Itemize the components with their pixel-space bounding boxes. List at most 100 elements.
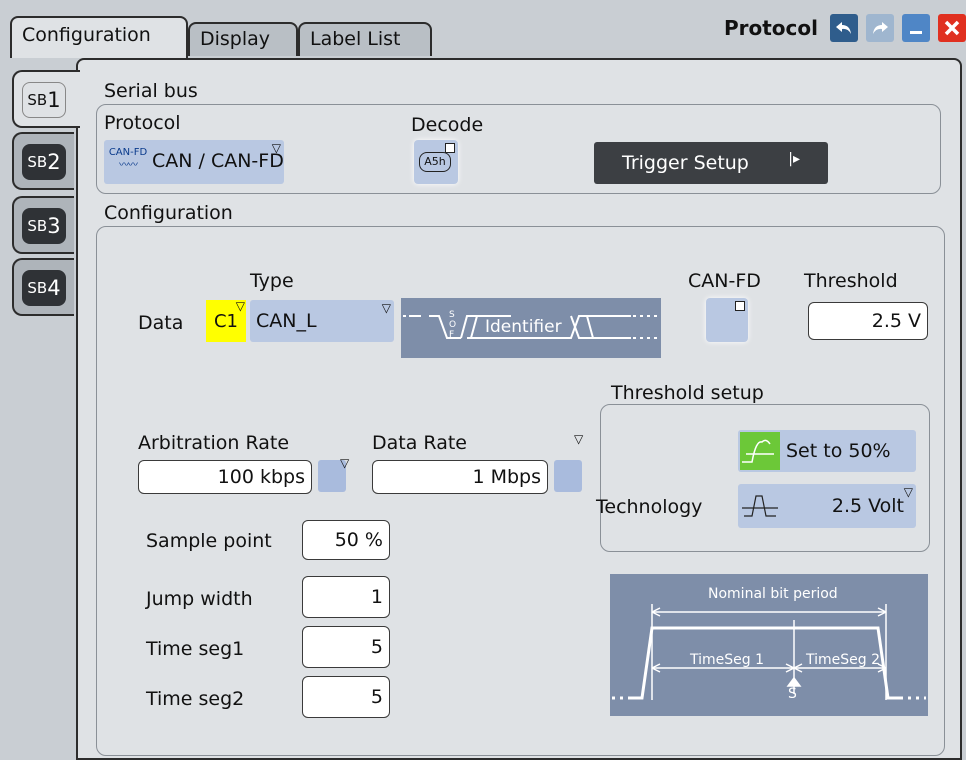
source-value: C1 [213,310,239,332]
arbitration-rate-field[interactable]: 100 kbps [138,460,312,494]
window-title: Protocol [723,16,818,40]
side-tab-sb1[interactable]: SB 1 [12,70,80,128]
set-50-label: Set to 50% [786,440,891,462]
technology-label: Technology [596,496,703,518]
chevron-down-icon: ▽ [271,141,281,155]
tab-configuration-label: Configuration [22,24,151,46]
source-select[interactable]: C1 ▽ [206,299,246,342]
can-fd-protocol-icon: CAN-FD 〰〰 [106,146,150,178]
chevron-down-icon: ▽ [235,299,245,313]
chevron-down-icon: ▽ [903,485,913,499]
minimize-button[interactable] [902,14,930,42]
window-title-bar: Protocol [724,8,966,48]
technology-value: 2.5 Volt [831,495,904,517]
sample-s-label: S [788,686,797,702]
decode-hex-icon: A5h [419,152,451,172]
tab-configuration[interactable]: Configuration [10,16,188,58]
time-seg2-label: Time seg2 [146,688,245,710]
undo-button[interactable] [830,14,858,42]
threshold-setup-label: Threshold setup [611,382,764,404]
tab-label-list-label: Label List [310,28,401,50]
main-panel: Serial bus Protocol CAN-FD 〰〰 CAN / CAN-… [76,58,962,760]
serial-bus-section-label: Serial bus [104,80,198,102]
timeseg1-diagram-label: TimeSeg 1 [690,652,765,668]
sb2-badge: SB 2 [22,144,66,180]
identifier-text: Identifier [485,317,562,337]
side-tab-sb4[interactable]: SB 4 [12,258,74,316]
sb4-number: 4 [47,276,61,300]
side-tab-sb3[interactable]: SB 3 [12,196,74,254]
bit-timing-diagram: Nominal bit period TimeSeg 1 TimeSeg 2 S [610,574,928,716]
arbitration-rate-label: Arbitration Rate [138,432,290,454]
protocol-select[interactable]: CAN-FD 〰〰 CAN / CAN-FD ▽ [104,140,284,184]
time-seg1-field[interactable]: 5 [302,626,390,668]
trigger-setup-button[interactable]: Trigger Setup |▸ [594,142,828,184]
protocol-icon-wave: 〰〰 [119,160,138,171]
data-rate-label: Data Rate [372,432,467,454]
nominal-bit-period-label: Nominal bit period [708,586,838,602]
jump-width-field[interactable]: 1 [302,576,390,618]
tab-display-label: Display [200,28,271,50]
time-seg1-value: 5 [370,636,383,658]
threshold-setup-group [600,404,930,552]
undo-icon [836,22,851,34]
time-seg1-label: Time seg1 [146,638,245,660]
sb2-prefix: SB [27,153,48,171]
chevron-down-icon: ▽ [381,301,391,315]
time-seg2-value: 5 [370,686,383,708]
sof-text: SOF [449,310,457,340]
canfd-toggle[interactable] [706,298,748,342]
type-select[interactable]: CAN_L ▽ [250,300,394,342]
technology-pulse-icon [742,495,778,517]
sb4-prefix: SB [27,279,48,297]
canfd-label: CAN-FD [688,270,761,292]
minimize-icon [910,31,922,34]
chevron-down-icon: ▽ [340,456,350,470]
arbitration-rate-value: 100 kbps [217,466,305,488]
decode-toggle[interactable]: A5h [414,140,458,184]
sb1-badge: SB 1 [22,82,66,118]
protocol-label: Protocol [104,112,181,134]
sb4-badge: SB 4 [22,270,66,306]
redo-button[interactable] [866,14,894,42]
tab-label-list[interactable]: Label List [298,22,432,56]
sample-point-field[interactable]: 50 % [302,520,390,560]
close-icon [944,20,960,36]
protocol-icon-text: CAN-FD [108,147,148,158]
decode-checkbox-icon [445,143,455,153]
sb1-number: 1 [47,88,61,112]
sb2-number: 2 [47,150,61,174]
protocol-value: CAN / CAN-FD [152,150,284,172]
side-tab-sb2[interactable]: SB 2 [12,132,74,190]
data-rate-value: 1 Mbps [472,466,541,488]
threshold-label: Threshold [804,270,898,292]
set-50-waveform-icon [742,439,774,463]
jump-width-value: 1 [370,586,383,608]
sample-point-value: 50 % [334,529,383,551]
sb1-prefix: SB [27,91,48,109]
time-seg2-field[interactable]: 5 [302,676,390,718]
data-rate-dropdown[interactable] [554,460,582,492]
tab-display[interactable]: Display [188,22,298,56]
sb3-badge: SB 3 [22,208,66,244]
can-frame-diagram: SOF Identifier [401,298,661,358]
type-label: Type [250,270,294,292]
sb3-prefix: SB [27,217,48,235]
decode-label: Decode [411,114,484,136]
close-button[interactable] [938,14,966,42]
data-rate-field[interactable]: 1 Mbps [372,460,548,494]
type-value: CAN_L [256,310,317,332]
data-label: Data [138,312,184,334]
set-to-50-button[interactable]: Set to 50% [738,430,916,472]
configuration-section-label: Configuration [104,202,233,224]
sb3-number: 3 [47,214,61,238]
canfd-checkbox-icon [735,301,745,311]
timeseg2-diagram-label: TimeSeg 2 [806,652,881,668]
jump-width-label: Jump width [146,588,253,610]
technology-select[interactable]: 2.5 Volt ▽ [738,484,916,528]
sample-point-label: Sample point [146,530,272,552]
decode-icon-text: A5h [424,155,446,168]
play-arrow-icon: |▸ [788,151,800,167]
trigger-setup-label: Trigger Setup [622,152,749,174]
threshold-field[interactable]: 2.5 V [808,302,928,340]
